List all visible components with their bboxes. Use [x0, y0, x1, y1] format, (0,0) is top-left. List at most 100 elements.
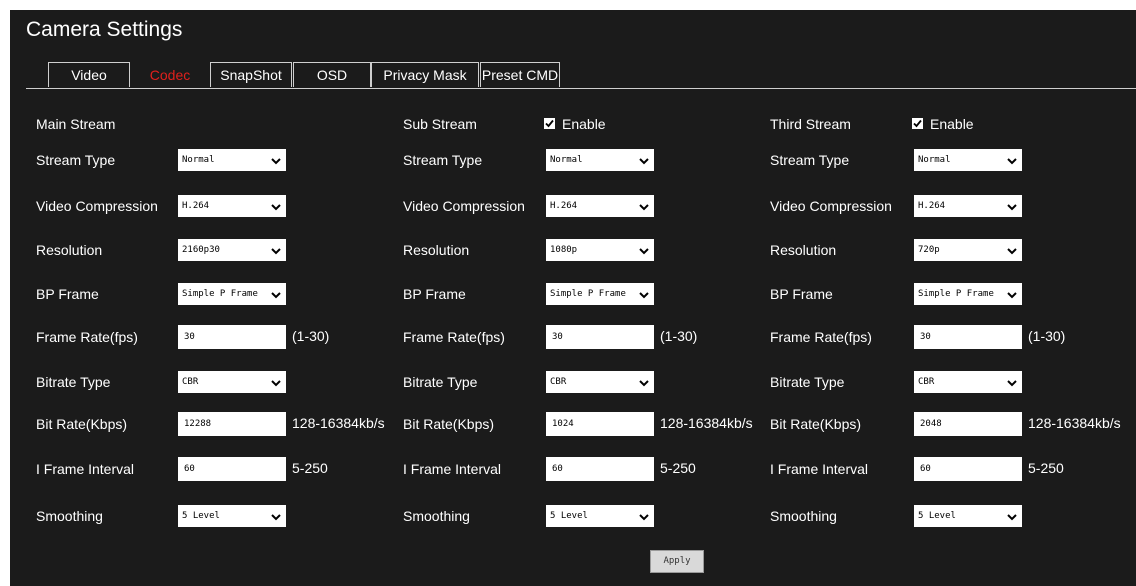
third-video-compression-label: Video Compression [770, 198, 892, 214]
main-bitrate-type-value: CBR [182, 377, 199, 387]
sub-video-compression-label: Video Compression [403, 198, 525, 214]
main-resolution-value: 2160p30 [182, 245, 220, 255]
third-smoothing-value: 5 Level [918, 511, 956, 521]
main-smoothing-value: 5 Level [182, 511, 220, 521]
sub-stream-type-label: Stream Type [403, 152, 483, 168]
third-i-frame-interval-input[interactable]: 60 [914, 457, 1022, 481]
third-video-compression-value: H.264 [918, 201, 946, 211]
sub-bitrate-type-select[interactable]: CBR [546, 371, 654, 393]
main-frame-rate-value: 30 [184, 332, 195, 342]
third-stream-enable-checkbox[interactable] [912, 118, 923, 129]
third-bp-frame-select[interactable]: Simple P Frame [914, 283, 1022, 305]
main-stream-type-label: Stream Type [36, 152, 116, 168]
chevron-down-icon [270, 244, 282, 256]
sub-smoothing-select[interactable]: 5 Level [546, 505, 654, 527]
sub-frame-rate-value: 30 [552, 332, 563, 342]
tab-preset-cmd[interactable]: Preset CMD [480, 62, 560, 87]
third-resolution-select[interactable]: 720p [914, 239, 1022, 261]
third-bit-rate-input[interactable]: 2048 [914, 412, 1022, 436]
main-video-compression-value: H.264 [182, 201, 210, 211]
main-bit-rate-input[interactable]: 12288 [178, 412, 286, 436]
main-resolution-select[interactable]: 2160p30 [178, 239, 286, 261]
third-frame-rate-input[interactable]: 30 [914, 325, 1022, 349]
main-bp-frame-label: BP Frame [36, 286, 99, 302]
third-frame-rate-label: Frame Rate(fps) [770, 329, 872, 345]
third-bit-rate-range-hint: 128-16384kb/s [1028, 415, 1121, 431]
sub-bit-rate-label: Bit Rate(Kbps) [403, 416, 495, 432]
third-video-compression-select[interactable]: H.264 [914, 195, 1022, 217]
sub-i-frame-interval-value: 60 [552, 464, 563, 474]
sub-stream-enable-checkbox[interactable] [544, 118, 555, 129]
sub-video-compression-value: H.264 [550, 201, 578, 211]
sub-resolution-value: 1080p [550, 245, 578, 255]
main-i-frame-interval-input[interactable]: 60 [178, 457, 286, 481]
chevron-down-icon [270, 510, 282, 522]
third-bit-rate-value: 2048 [920, 419, 942, 429]
third-bitrate-type-select[interactable]: CBR [914, 371, 1022, 393]
third-i-frame-interval-label: I Frame Interval [770, 461, 869, 477]
chevron-down-icon [1006, 244, 1018, 256]
third-stream-enable-label[interactable]: Enable [930, 115, 974, 133]
main-frame-rate-input[interactable]: 30 [178, 325, 286, 349]
main-video-compression-label: Video Compression [36, 198, 158, 214]
third-resolution-value: 720p [918, 245, 940, 255]
sub-i-frame-interval-range-hint: 5-250 [660, 460, 696, 476]
third-stream-type-value: Normal [918, 155, 951, 165]
sub-stream-enable-label[interactable]: Enable [562, 115, 606, 133]
third-bp-frame-label: BP Frame [770, 286, 833, 302]
chevron-down-icon [270, 200, 282, 212]
sub-bp-frame-select[interactable]: Simple P Frame [546, 283, 654, 305]
third-resolution-label: Resolution [770, 242, 837, 258]
sub-bp-frame-value: Simple P Frame [550, 289, 626, 299]
third-bitrate-type-label: Bitrate Type [770, 374, 845, 390]
third-stream-type-label: Stream Type [770, 152, 850, 168]
third-i-frame-interval-value: 60 [920, 464, 931, 474]
main-bitrate-type-select[interactable]: CBR [178, 371, 286, 393]
chevron-down-icon [638, 288, 650, 300]
chevron-down-icon [270, 154, 282, 166]
third-bp-frame-value: Simple P Frame [918, 289, 994, 299]
main-bp-frame-select[interactable]: Simple P Frame [178, 283, 286, 305]
main-bp-frame-value: Simple P Frame [182, 289, 258, 299]
sub-stream-type-select[interactable]: Normal [546, 149, 654, 171]
third-frame-rate-range-hint: (1-30) [1028, 328, 1066, 344]
chevron-down-icon [638, 200, 650, 212]
third-stream-type-select[interactable]: Normal [914, 149, 1022, 171]
sub-bitrate-type-label: Bitrate Type [403, 374, 478, 390]
main-i-frame-interval-value: 60 [184, 464, 195, 474]
chevron-down-icon [1006, 510, 1018, 522]
main-smoothing-select[interactable]: 5 Level [178, 505, 286, 527]
third-i-frame-interval-range-hint: 5-250 [1028, 460, 1064, 476]
sub-frame-rate-input[interactable]: 30 [546, 325, 654, 349]
tab-privacy-mask[interactable]: Privacy Mask [371, 62, 479, 87]
sub-smoothing-value: 5 Level [550, 511, 588, 521]
sub-bit-rate-input[interactable]: 1024 [546, 412, 654, 436]
sub-video-compression-select[interactable]: H.264 [546, 195, 654, 217]
sub-i-frame-interval-label: I Frame Interval [403, 461, 502, 477]
sub-bitrate-type-value: CBR [550, 377, 567, 387]
camera-settings-panel: Camera Settings Video Codec SnapShot OSD… [10, 10, 1136, 586]
chevron-down-icon [1006, 288, 1018, 300]
third-smoothing-label: Smoothing [770, 508, 837, 524]
page-title: Camera Settings [26, 18, 183, 41]
main-frame-rate-label: Frame Rate(fps) [36, 329, 138, 345]
sub-stream-title: Sub Stream [403, 116, 477, 132]
main-video-compression-select[interactable]: H.264 [178, 195, 286, 217]
tab-divider [26, 88, 1136, 89]
third-smoothing-select[interactable]: 5 Level [914, 505, 1022, 527]
tab-osd[interactable]: OSD [293, 62, 371, 87]
sub-frame-rate-label: Frame Rate(fps) [403, 329, 505, 345]
sub-i-frame-interval-input[interactable]: 60 [546, 457, 654, 481]
main-bit-rate-label: Bit Rate(Kbps) [36, 416, 128, 432]
chevron-down-icon [1006, 376, 1018, 388]
tab-video[interactable]: Video [48, 62, 130, 87]
tab-snapshot[interactable]: SnapShot [210, 62, 292, 87]
sub-frame-rate-range-hint: (1-30) [660, 328, 698, 344]
main-i-frame-interval-label: I Frame Interval [36, 461, 135, 477]
tab-codec[interactable]: Codec [131, 62, 209, 87]
sub-resolution-select[interactable]: 1080p [546, 239, 654, 261]
main-stream-type-value: Normal [182, 155, 215, 165]
chevron-down-icon [270, 288, 282, 300]
apply-button[interactable]: Apply [650, 550, 704, 573]
main-stream-type-select[interactable]: Normal [178, 149, 286, 171]
